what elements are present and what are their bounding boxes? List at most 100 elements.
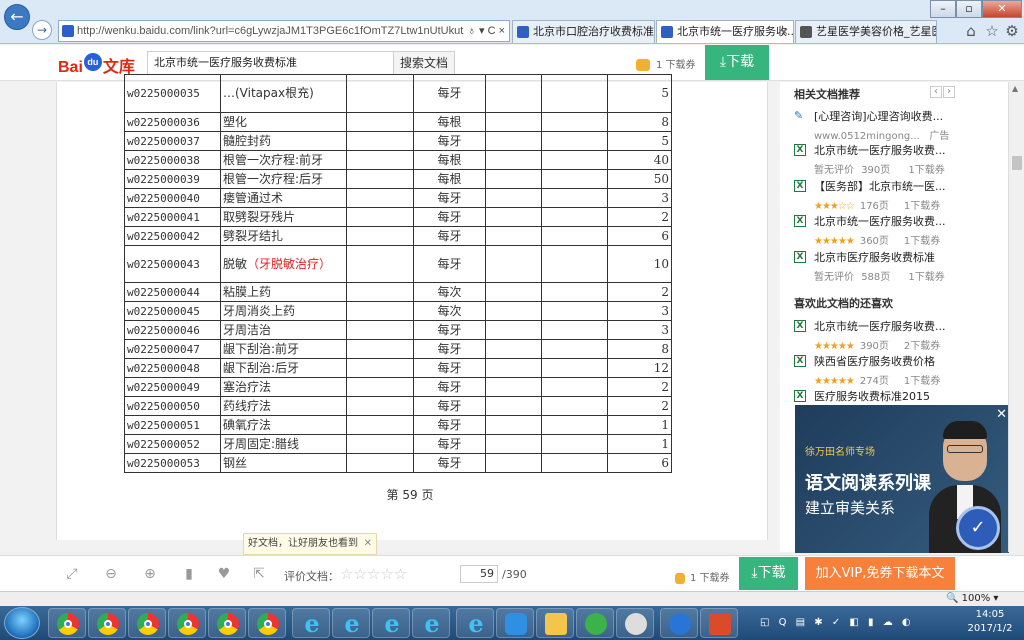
taskbar-app-doc[interactable] xyxy=(700,608,738,638)
taskbar-app-baidu[interactable] xyxy=(660,608,698,638)
download-label: 下载 xyxy=(757,565,786,581)
taskbar-chrome-4[interactable] xyxy=(168,608,206,638)
taskbar-ie-1[interactable]: e xyxy=(292,608,330,638)
settings-gear-icon[interactable]: ⚙ xyxy=(1003,22,1021,40)
star-rating: ★★★☆☆ xyxy=(814,201,855,212)
system-tray[interactable]: ◱ Q ▤ ✱ ✓ ◧ ▮ ☁ ◐ xyxy=(760,612,960,634)
back-button-icon[interactable]: ← xyxy=(4,4,30,30)
name-cell-text: 根管一次疗程:后牙 xyxy=(223,171,324,186)
taskbar-ie-3[interactable]: e xyxy=(372,608,410,638)
taskbar-app-player[interactable] xyxy=(576,608,614,638)
download-button-top[interactable]: ⤓下载 xyxy=(705,45,769,80)
search-input[interactable]: 北京市统一医疗服务收费标准 xyxy=(147,51,394,75)
unit-cell: 每根 xyxy=(413,112,486,132)
tab-2[interactable]: 北京市统一医疗服务收... × xyxy=(656,20,794,43)
table-row: w0225000041 取劈裂牙残片 每牙 2 xyxy=(124,207,672,227)
favorites-star-icon[interactable]: ☆ xyxy=(983,22,1001,40)
unit-cell-text: 每牙 xyxy=(437,256,462,271)
forward-button-icon[interactable]: → xyxy=(32,20,52,40)
page-scrollbar[interactable]: ▲ xyxy=(1008,82,1024,552)
related-item-title[interactable]: [心理咨询]心理咨询收费... xyxy=(814,108,1004,124)
price-cell-text: 6 xyxy=(661,228,669,243)
zoom-out-icon[interactable]: ⊖ xyxy=(103,566,119,582)
minimize-button-icon[interactable]: – xyxy=(930,0,956,18)
zoom-level[interactable]: 🔍 100% ▾ xyxy=(946,593,998,604)
blank-cell xyxy=(346,74,414,113)
zoom-in-icon[interactable]: ⊕ xyxy=(142,566,158,582)
ad-close-icon[interactable]: ✕ xyxy=(996,407,1007,422)
tip-close-icon[interactable]: ✕ xyxy=(364,534,372,554)
unit-cell: 每牙 xyxy=(413,358,486,378)
also-liked-title: 喜欢此文档的还喜欢 xyxy=(794,297,893,310)
vip-button[interactable]: 加入VIP,免券下载本文 xyxy=(805,557,955,590)
taskbar-app-reel[interactable] xyxy=(616,608,654,638)
scrollbar-thumb[interactable] xyxy=(1012,156,1022,170)
taskbar-chrome-3[interactable] xyxy=(128,608,166,638)
also-item-title[interactable]: 陕西省医疗服务收费价格 xyxy=(814,353,1004,369)
code-cell-text: w0225000048 xyxy=(127,361,200,375)
taskbar-ie-2[interactable]: e xyxy=(332,608,370,638)
search-button[interactable]: 搜索文档 xyxy=(393,51,455,75)
taskbar-app-folder[interactable] xyxy=(536,608,574,638)
unit-cell-text: 每牙 xyxy=(437,398,462,413)
also-item-title[interactable]: 医疗服务收费标准2015 xyxy=(814,388,1004,404)
unit-cell-text: 每根 xyxy=(437,171,462,186)
rating-stars[interactable]: ☆☆☆☆☆ xyxy=(340,565,407,583)
price-cell-text: 1 xyxy=(661,417,669,432)
fullscreen-icon[interactable]: ⤢ xyxy=(64,566,80,582)
taskbar-clock[interactable]: 14:05 2017/1/2 xyxy=(960,608,1020,636)
tab-close-icon[interactable]: × xyxy=(780,21,789,43)
unit-cell: 每次 xyxy=(413,301,486,321)
home-icon[interactable]: ⌂ xyxy=(962,22,980,40)
address-tools[interactable]: ♁ ▾ C × xyxy=(463,21,505,41)
name-extra-text: （牙脱敏治疗） xyxy=(247,256,332,271)
security-shield-icon[interactable]: ✓ xyxy=(956,506,1000,550)
related-item-meta: www.0512mingong... 广告 xyxy=(814,127,1004,142)
name-cell-text: 劈裂牙结扎 xyxy=(223,228,284,243)
related-item-title[interactable]: 北京市统一医疗服务收费... xyxy=(814,142,1004,158)
blank-cell xyxy=(346,207,414,227)
blank-cell xyxy=(541,453,608,473)
like-heart-icon[interactable]: ♥ xyxy=(216,566,232,582)
related-item-title[interactable]: 【医务部】北京市统一医... xyxy=(814,178,1004,194)
blank-cell xyxy=(346,396,414,416)
price-cell-text: 6 xyxy=(661,455,669,470)
code-cell: w0225000042 xyxy=(124,226,221,246)
tab-1[interactable]: 北京市口腔治疗收费标准_... xyxy=(512,20,655,43)
taskbar-ie-5[interactable]: e xyxy=(456,608,494,638)
blank-cell xyxy=(485,415,542,435)
address-bar[interactable]: http://wenku.baidu.com/link?url=c6gLywzj… xyxy=(58,20,510,42)
page-number-input[interactable]: 59 xyxy=(460,565,498,583)
ie-icon: e xyxy=(424,609,440,638)
tab-3[interactable]: 艺星医学美容价格_艺星医... xyxy=(795,20,937,43)
taskbar-chrome-1[interactable] xyxy=(48,608,86,638)
close-window-icon[interactable]: ✕ xyxy=(982,0,1022,18)
code-cell: w0225000035 xyxy=(124,74,221,113)
code-cell: w0225000049 xyxy=(124,377,221,397)
share-icon[interactable]: ⇱ xyxy=(251,566,267,582)
download-button-bottom[interactable]: ⤓下载 xyxy=(739,557,798,590)
price-cell: 3 xyxy=(607,301,672,321)
blank-cell xyxy=(541,131,608,151)
related-item-title[interactable]: 北京市医疗服务收费标准 xyxy=(814,249,1004,265)
tab-favicon-icon xyxy=(800,26,812,38)
prev-arrow-icon[interactable]: ‹ xyxy=(930,86,942,98)
taskbar-ie-4[interactable]: e xyxy=(412,608,450,638)
blank-cell xyxy=(541,226,608,246)
maximize-button-icon[interactable]: ▫ xyxy=(956,0,982,18)
bookmark-icon[interactable]: ▮ xyxy=(181,566,197,582)
taskbar-chrome-6[interactable] xyxy=(248,608,286,638)
blank-cell xyxy=(346,226,414,246)
next-arrow-icon[interactable]: › xyxy=(943,86,955,98)
start-button-icon[interactable] xyxy=(4,607,40,639)
unit-cell-text: 每牙 xyxy=(437,133,462,148)
related-item-title[interactable]: 北京市统一医疗服务收费... xyxy=(814,213,1004,229)
price-cell: 2 xyxy=(607,377,672,397)
related-pager[interactable]: ‹ › xyxy=(929,86,955,98)
also-item-title[interactable]: 北京市统一医疗服务收费... xyxy=(814,318,1004,334)
blank-cell xyxy=(346,112,414,132)
taskbar-chrome-5[interactable] xyxy=(208,608,246,638)
taskbar-app-blue[interactable] xyxy=(496,608,534,638)
scroll-up-icon[interactable]: ▲ xyxy=(1012,84,1018,93)
taskbar-chrome-2[interactable] xyxy=(88,608,126,638)
